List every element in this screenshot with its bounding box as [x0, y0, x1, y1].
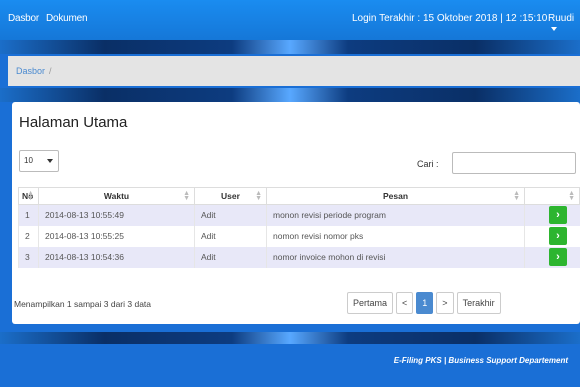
page-title: Halaman Utama [19, 114, 128, 131]
cell-user: Adit [194, 225, 267, 247]
decorative-band-middle [0, 88, 580, 102]
cell-waktu: 2014-08-13 10:55:49 [38, 204, 195, 226]
column-header-action[interactable]: ▲ ▼ [524, 187, 580, 205]
cell-user: Adit [194, 204, 267, 226]
sort-icon: ▲ ▼ [568, 190, 575, 202]
footer-text: E-Filing PKS | Business Support Departem… [393, 356, 568, 365]
cell-no: 3 [18, 246, 39, 268]
chevron-right-icon[interactable]: › [549, 227, 567, 245]
search-label: Cari : [417, 159, 439, 169]
cell-action: › [524, 246, 580, 268]
cell-waktu: 2014-08-13 10:54:36 [38, 246, 195, 268]
cell-pesan: nomor invoice mohon di revisi [266, 246, 525, 268]
cell-no: 2 [18, 225, 39, 247]
cell-user: Adit [194, 246, 267, 268]
table-header-row: No ▲ ▼ Waktu ▲ ▼ User ▲ ▼ Pesan ▲ ▼ ▲ ▼ [18, 187, 580, 205]
cell-pesan: monon revisi periode program [266, 204, 525, 226]
column-header-user[interactable]: User ▲ ▼ [194, 187, 267, 205]
chevron-right-icon[interactable]: › [549, 206, 567, 225]
table-row: 2 2014-08-13 10:55:25 Adit nomon revisi … [18, 225, 580, 247]
nav-dokumen-link[interactable]: Dokumen [46, 13, 88, 24]
search-input[interactable] [452, 152, 576, 174]
user-name: Ruudi [548, 13, 575, 24]
breadcrumb: Dasbor / [8, 56, 580, 86]
breadcrumb-dasbor-link[interactable]: Dasbor [16, 66, 45, 76]
cell-pesan: nomon revisi nomor pks [266, 225, 525, 247]
last-login-text: Login Terakhir : 15 Oktober 2018 | 12 :1… [352, 13, 548, 24]
column-header-waktu[interactable]: Waktu ▲ ▼ [38, 187, 195, 205]
decorative-band-top [0, 40, 580, 54]
page-length-value: 10 [24, 156, 33, 165]
sort-icon: ▲ ▼ [27, 190, 34, 202]
column-header-pesan[interactable]: Pesan ▲ ▼ [266, 187, 525, 205]
nav-dasbor-link[interactable]: Dasbor [8, 13, 39, 24]
pagination-prev-button[interactable]: < [396, 292, 414, 314]
sort-icon: ▲ ▼ [255, 190, 262, 202]
breadcrumb-separator: / [49, 66, 52, 76]
sort-icon: ▲ ▼ [183, 190, 190, 202]
pagination-next-button[interactable]: > [436, 292, 454, 314]
page-length-select[interactable]: 10 [19, 150, 59, 172]
sort-icon: ▲ ▼ [513, 190, 520, 202]
caret-down-icon [551, 27, 557, 32]
cell-waktu: 2014-08-13 10:55:25 [38, 225, 195, 247]
cell-no: 1 [18, 204, 39, 226]
top-navbar: Dasbor Dokumen Login Terakhir : 15 Oktob… [0, 0, 580, 40]
main-panel: Halaman Utama 10 Cari : No ▲ ▼ Waktu ▲ ▼ Use… [12, 102, 580, 324]
column-header-no[interactable]: No ▲ ▼ [18, 187, 39, 205]
pagination: Pertama < 1 > Terakhir [347, 292, 501, 314]
data-table: No ▲ ▼ Waktu ▲ ▼ User ▲ ▼ Pesan ▲ ▼ ▲ ▼ 1 2014-08… [18, 187, 580, 268]
pagination-first-button[interactable]: Pertama [347, 292, 394, 314]
cell-action: › [524, 225, 580, 247]
table-row: 3 2014-08-13 10:54:36 Adit nomor invoice… [18, 246, 580, 268]
table-info-text: Menampilkan 1 sampai 3 dari 3 data [14, 299, 152, 309]
decorative-band-bottom [0, 332, 580, 344]
user-menu[interactable]: Ruudi [548, 13, 580, 35]
pagination-last-button[interactable]: Terakhir [456, 292, 501, 314]
cell-action: › [524, 204, 580, 226]
chevron-right-icon[interactable]: › [549, 248, 567, 266]
caret-down-icon [47, 159, 53, 163]
pagination-page-1[interactable]: 1 [416, 292, 434, 314]
table-row: 1 2014-08-13 10:55:49 Adit monon revisi … [18, 204, 580, 226]
